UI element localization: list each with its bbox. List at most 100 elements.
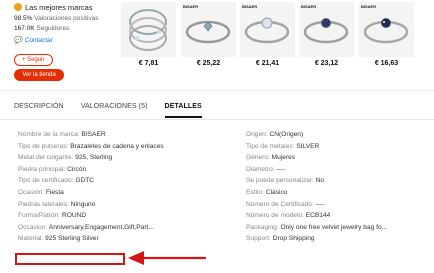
product-image[interactable]: BISAER <box>299 2 354 57</box>
detail-tabs: DESCRIPCIÓN VALORACIONES (5) DETALLES <box>14 103 219 118</box>
product-price: € 7,81 <box>138 60 159 67</box>
contact-link[interactable]: 💬 Contactar <box>14 35 114 46</box>
bracelet-image-icon <box>244 17 290 44</box>
spec-key: Tipo de pulseras: <box>18 142 69 150</box>
spec-row: Se puede personalizar: No <box>246 175 434 187</box>
bracelet-image-icon <box>129 9 167 51</box>
spec-value: Fiesta <box>45 188 64 196</box>
followers-value: 167.0K <box>14 25 35 32</box>
spec-value: Clásico <box>265 188 288 196</box>
spec-key: Support: <box>246 235 271 243</box>
store-name-row[interactable]: Las mejores marcas <box>14 0 114 14</box>
bracelet-image-icon <box>185 20 231 44</box>
follow-button[interactable]: + Seguir <box>14 54 53 66</box>
product-image[interactable]: BISAER <box>240 2 295 57</box>
spec-row: Tipo de certificado: GDTC <box>18 175 218 187</box>
spec-value: Drop Shipping <box>272 235 315 243</box>
spec-value: ---- <box>276 165 286 173</box>
product-brand: BISAER <box>183 4 199 9</box>
bracelet-image-icon <box>303 18 349 44</box>
product-brand: BISAER <box>301 4 317 9</box>
spec-value: ECB144 <box>305 212 331 220</box>
spec-key: Ocasión: <box>18 188 45 196</box>
rating-value: 98.5% <box>14 15 33 22</box>
spec-value: Anniversary,Engagement,Gift,Part... <box>48 223 154 231</box>
product-card-1[interactable]: € 7,81 <box>121 2 176 67</box>
spec-key: Piedra principal: <box>18 165 66 173</box>
tab-details[interactable]: DETALLES <box>164 103 202 118</box>
product-image[interactable] <box>121 2 176 57</box>
product-card-3[interactable]: BISAER € 21,41 <box>240 2 295 67</box>
followers-label: Seguidores <box>36 25 70 32</box>
spec-value: Circón <box>67 165 87 173</box>
spec-row: Tipo de pulseras: Brazaletes de cadena y… <box>18 141 218 153</box>
spec-key: Metal del colgante: <box>18 154 74 162</box>
spec-value: Only one free velvet jewelry bag fo... <box>280 223 388 231</box>
spec-row-material: Material: 925 Sterling Silver <box>18 233 218 245</box>
spec-value: 925, Sterling <box>75 154 113 162</box>
spec-row: Tipo de metales: SILVER <box>246 141 434 153</box>
spec-row: Estilo: Clásico <box>246 187 434 199</box>
product-brand: BISAER <box>242 4 258 9</box>
tab-description[interactable]: DESCRIPCIÓN <box>14 103 64 118</box>
spec-row: Piedras laterales: Ninguno <box>18 199 218 211</box>
store-panel: Las mejores marcas 98.5% Valoraciones po… <box>14 0 114 81</box>
specs-right-column: Origen: CN(Origen) Tipo de metales: SILV… <box>246 129 434 245</box>
product-image[interactable]: BISAER <box>181 2 236 57</box>
spec-key: Género: <box>246 154 270 162</box>
spec-key: Piedras laterales: <box>18 200 69 208</box>
product-card-2[interactable]: BISAER € 25,22 <box>181 2 236 67</box>
spec-key: Packaging: <box>246 223 279 231</box>
product-price: € 21,41 <box>255 60 280 67</box>
rating-label: Valoraciones positivas <box>34 15 99 22</box>
spec-value: ROUND <box>62 212 87 220</box>
spec-key: Material: <box>18 235 44 243</box>
product-image[interactable]: BISAER <box>359 2 414 57</box>
spec-key: Se puede personalizar: <box>246 177 314 185</box>
spec-key: Forma/Patrón: <box>18 212 61 220</box>
bracelet-image-icon <box>363 18 409 44</box>
spec-row: Número de Certificado: ---- <box>246 199 434 211</box>
visit-store-button[interactable]: Ver la tienda <box>14 69 64 81</box>
spec-row: Ocasión: Fiesta <box>18 187 218 199</box>
spec-key: Origen: <box>246 131 268 138</box>
spec-value: BISAER <box>81 131 106 138</box>
spec-key: Número de modelo: <box>246 212 304 220</box>
spec-key: Occasion: <box>18 223 48 231</box>
store-followers: 167.0K Seguidores <box>14 24 114 34</box>
spec-value: GDTC <box>75 177 94 185</box>
product-price: € 16,63 <box>374 60 399 67</box>
spec-value: Ninguno <box>70 200 96 208</box>
product-card-5[interactable]: BISAER € 16,63 <box>359 2 414 67</box>
spec-value: ---- <box>315 200 325 208</box>
spec-value: CN(Origen) <box>269 131 304 138</box>
store-rating: 98.5% Valoraciones positivas <box>14 14 114 24</box>
spec-row: Metal del colgante: 925, Sterling <box>18 152 218 164</box>
arrow-left-icon <box>128 251 206 265</box>
spec-row: Origen: CN(Origen) <box>246 129 434 141</box>
material-highlight-box <box>15 253 125 265</box>
tabs-divider <box>0 119 434 120</box>
specs-left-column: Nombre de la marca: BISAER Tipo de pulse… <box>18 129 218 245</box>
spec-key: Número de Certificado: <box>246 200 314 208</box>
product-price: € 23,12 <box>314 60 339 67</box>
spec-row: Diámetro: ---- <box>246 164 434 176</box>
product-price: € 25,22 <box>196 60 221 67</box>
tab-reviews[interactable]: VALORACIONES (5) <box>81 103 148 118</box>
spec-row: Género: Mujeres <box>246 152 434 164</box>
chat-icon: 💬 <box>14 37 23 44</box>
store-name: Las mejores marcas <box>25 2 93 12</box>
spec-value: SILVER <box>296 142 320 150</box>
spec-value: Brazaletes de cadena y enlaces <box>70 142 164 150</box>
spec-key: Tipo de certificado: <box>18 177 74 185</box>
spec-row: Forma/Patrón: ROUND <box>18 210 218 222</box>
medal-icon <box>14 3 22 11</box>
spec-value: Mujeres <box>271 154 296 162</box>
spec-key: Nombre de la marca: <box>18 131 80 138</box>
spec-row: Support: Drop Shipping <box>246 233 434 245</box>
spec-row: Packaging: Only one free velvet jewelry … <box>246 222 434 234</box>
product-card-4[interactable]: BISAER € 23,12 <box>299 2 354 67</box>
section-divider <box>0 90 434 91</box>
spec-row: Nombre de la marca: BISAER <box>18 129 218 141</box>
contact-label: Contactar <box>24 37 53 44</box>
